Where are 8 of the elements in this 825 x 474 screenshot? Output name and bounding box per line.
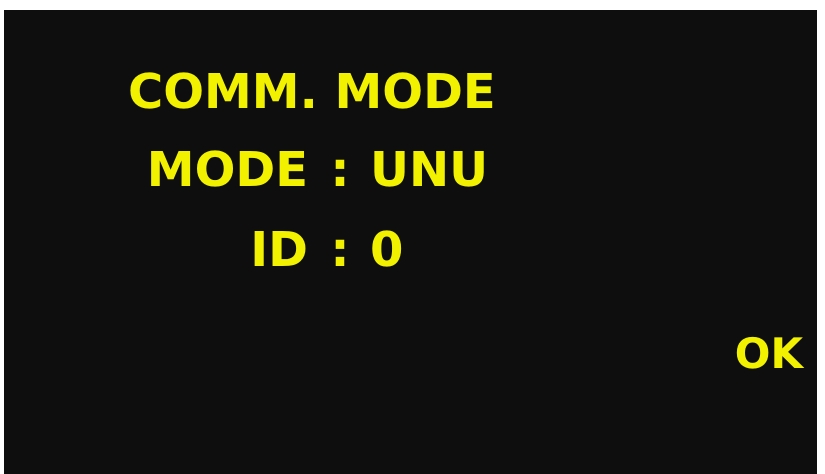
field-separator: : xyxy=(330,221,350,280)
ok-button[interactable]: OK xyxy=(734,328,803,380)
field-label: ID xyxy=(250,221,309,280)
field-value: 0 xyxy=(370,221,404,280)
field-label: MODE xyxy=(146,141,309,200)
field-value: UNU xyxy=(370,141,488,200)
field-separator: : xyxy=(330,141,350,200)
screen-title: COMM. MODE xyxy=(128,63,496,122)
